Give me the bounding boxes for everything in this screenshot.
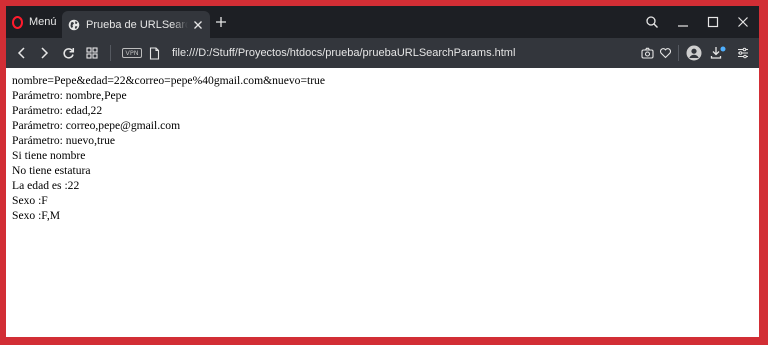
content-line: Sexo :F [12, 194, 48, 207]
address-bar[interactable]: file:///D:/Stuff/Proyectos/htdocs/prueba… [172, 38, 515, 68]
maximize-icon[interactable] [700, 6, 726, 38]
close-window-icon[interactable] [730, 6, 756, 38]
globe-icon [68, 19, 80, 31]
new-tab-icon[interactable] [214, 15, 228, 29]
opera-logo-icon [12, 15, 23, 29]
tab-active[interactable]: Prueba de URLSearchParams [62, 11, 210, 38]
content-line: No tiene estatura [12, 164, 91, 177]
forward-icon[interactable] [34, 38, 54, 68]
download-icon[interactable] [709, 38, 727, 68]
page-content: nombre=Pepe&edad=22&correo=pepe%40gmail.… [12, 73, 325, 223]
file-icon [146, 38, 162, 68]
menu-label: Menú [29, 16, 57, 28]
address-toolbar: VPN file:///D:/Stuff/Proyectos/htdocs/pr… [6, 38, 759, 68]
content-line: La edad es :22 [12, 179, 80, 192]
vpn-label: VPN [122, 48, 142, 58]
content-line: Parámetro: nombre,Pepe [12, 89, 127, 102]
tab-bar: Menú Prueba de URLSearchParams [6, 6, 759, 38]
tab-title: Prueba de URLSearchParams [86, 18, 188, 31]
reload-icon[interactable] [58, 38, 78, 68]
content-line: Parámetro: edad,22 [12, 104, 103, 117]
content-line: Si tiene nombre [12, 149, 86, 162]
content-line: nombre=Pepe&edad=22&correo=pepe%40gmail.… [12, 74, 326, 87]
back-icon[interactable] [12, 38, 32, 68]
search-tabs-icon[interactable] [639, 6, 665, 38]
easy-setup-icon[interactable] [734, 38, 752, 68]
toolbar-divider [110, 45, 111, 61]
speed-dial-icon[interactable] [82, 38, 102, 68]
snapshot-icon[interactable] [639, 38, 655, 68]
close-tab-icon[interactable] [192, 19, 204, 31]
toolbar-divider [678, 45, 679, 61]
content-line: Sexo :F,M [12, 209, 61, 222]
content-line: Parámetro: nuevo,true [12, 134, 116, 147]
opera-menu-button[interactable]: Menú [6, 6, 62, 38]
content-line: Parámetro: correo,pepe@gmail.com [12, 119, 181, 132]
browser-window: Menú Prueba de URLSearchParams [6, 6, 759, 337]
profile-icon[interactable] [684, 38, 704, 68]
minimize-icon[interactable] [670, 6, 696, 38]
heart-icon[interactable] [657, 38, 673, 68]
vpn-badge-icon[interactable]: VPN [121, 38, 143, 68]
